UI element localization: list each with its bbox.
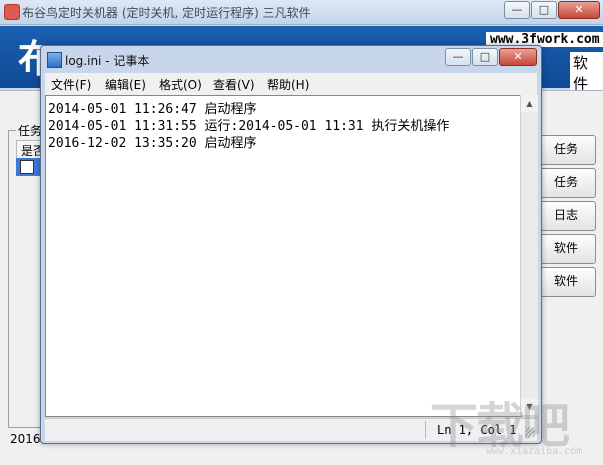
notepad-maximize-button[interactable]: □ [472,48,498,66]
notepad-title: log.ini - 记事本 [65,54,150,68]
notepad-close-button[interactable]: ✕ [499,48,537,66]
watermark: 下载吧 www.xiazaiba.com [430,386,600,458]
main-minimize-button[interactable]: — [504,1,530,19]
side-button-task-2[interactable]: 任务 [536,168,596,198]
notepad-titlebar[interactable]: log.ini - 记事本 — □ ✕ [41,46,541,72]
side-button-software-1[interactable]: 软件 [536,234,596,264]
scroll-up-icon[interactable]: ▲ [521,95,538,112]
main-titlebar[interactable]: 布谷鸟定时关机器 (定时关机, 定时运行程序) 三凡软件 — □ ✕ [0,0,603,25]
side-button-task-1[interactable]: 任务 [536,135,596,165]
menu-view[interactable]: 查看(V) [213,76,255,93]
main-window-title: 布谷鸟定时关机器 (定时关机, 定时运行程序) 三凡软件 [22,6,311,20]
side-button-software-2[interactable]: 软件 [536,267,596,297]
notepad-window: log.ini - 记事本 — □ ✕ 文件(F) 编辑(E) 格式(O) 查看… [40,45,542,444]
banner-software: 软件 [570,52,603,94]
app-icon [4,4,20,20]
watermark-url: www.xiazaiba.com [486,446,583,457]
log-line: 2016-12-02 13:35:20 启动程序 [48,136,257,151]
menu-file[interactable]: 文件(F) [51,76,91,93]
notepad-minimize-button[interactable]: — [445,48,471,66]
task-checkbox[interactable] [20,160,34,174]
status-separator [425,421,426,439]
notepad-menubar: 文件(F) 编辑(E) 格式(O) 查看(V) 帮助(H) [45,73,537,95]
notepad-icon [47,52,62,68]
menu-edit[interactable]: 编辑(E) [105,76,146,93]
vertical-scrollbar[interactable]: ▲ ▼ [520,95,538,415]
notepad-text-area[interactable]: 2014-05-01 11:26:47 启动程序 2014-05-01 11:3… [45,95,522,417]
side-button-log[interactable]: 日志 [536,201,596,231]
menu-help[interactable]: 帮助(H) [267,76,309,93]
main-maximize-button[interactable]: □ [531,1,557,19]
menu-format[interactable]: 格式(O) [159,76,202,93]
main-close-button[interactable]: ✕ [558,1,600,19]
